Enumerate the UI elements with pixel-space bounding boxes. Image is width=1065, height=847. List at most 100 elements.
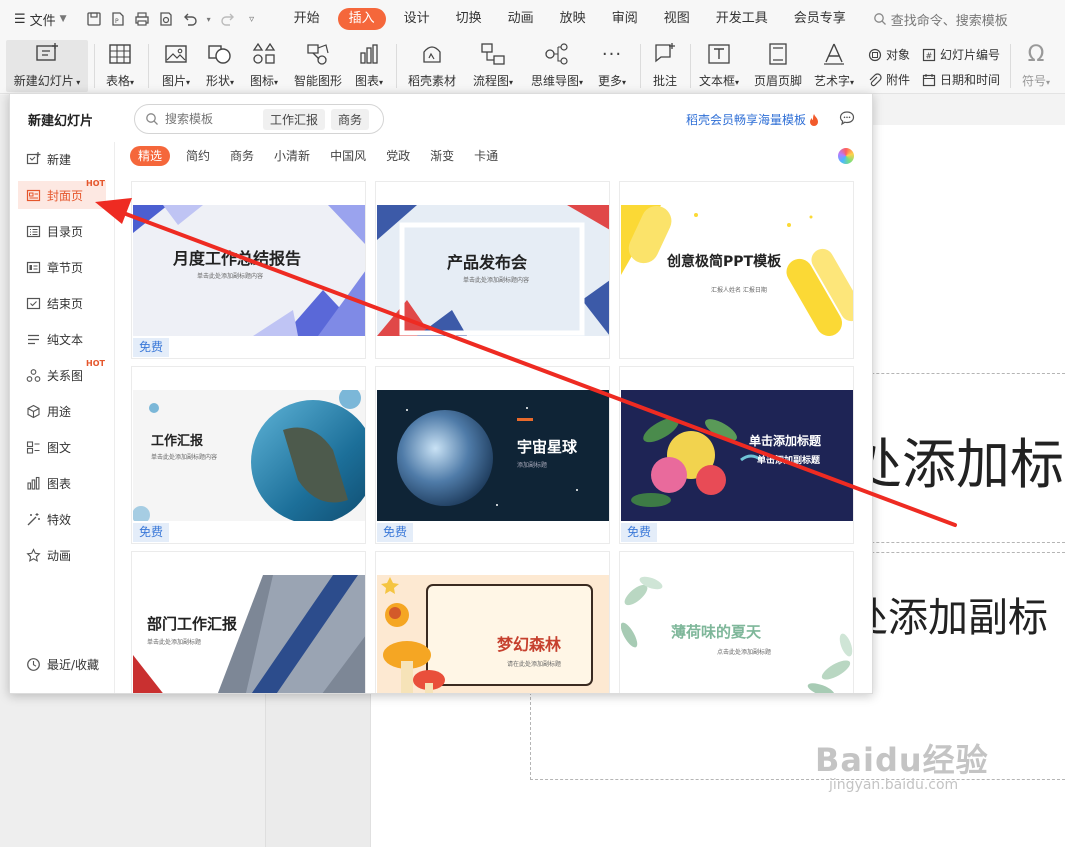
template-thumbnail: 梦幻森林 请在此处添加副标题: [377, 575, 609, 693]
tab-transitions[interactable]: 切换: [443, 8, 495, 30]
template-subtitle: 单击此处添加副标题内容: [151, 454, 218, 461]
template-card[interactable]: 产品发布会 单击此处添加副标题内容: [375, 181, 610, 359]
undo-icon[interactable]: [181, 10, 199, 28]
sidebar-item-toc[interactable]: 目录页: [18, 217, 106, 245]
sidebar-item-cover[interactable]: 封面页 HOT: [18, 179, 106, 209]
table-button[interactable]: 表格▾: [100, 40, 140, 92]
template-subtitle: 单击添加副标题: [757, 456, 821, 466]
textbox-icon: [708, 44, 730, 64]
tab-developer[interactable]: 开发工具: [703, 8, 781, 30]
sidebar-item-label: 图文: [47, 440, 72, 455]
new-slide-icon: [36, 43, 58, 61]
wordart-label: 艺术字: [813, 74, 850, 88]
sidebar-item-animation[interactable]: 动画: [18, 541, 106, 569]
sidebar-item-ending[interactable]: 结束页: [18, 289, 106, 317]
export-pdf-icon[interactable]: P: [109, 10, 127, 28]
object-button[interactable]: 对象: [868, 46, 910, 63]
more-button[interactable]: ··· 更多▾: [592, 40, 632, 92]
symbol-button[interactable]: Ω 符号▾: [1016, 40, 1056, 92]
sidebar-item-new[interactable]: 新建: [18, 145, 106, 173]
template-thumbnail: 单击添加标题 单击添加副标题: [621, 390, 853, 521]
template-card[interactable]: 月度工作总结报告 单击此处添加副标题内容 免费: [131, 181, 366, 359]
picture-icon: [165, 45, 187, 63]
shape-button[interactable]: 形状▾: [200, 40, 240, 92]
filter-chinese-style[interactable]: 中国风: [320, 146, 376, 166]
dropdown-arrow-icon: ▾: [1046, 78, 1051, 87]
sidebar-item-label: 纯文本: [47, 332, 84, 347]
template-card[interactable]: 工作汇报 单击此处添加副标题内容 免费: [131, 366, 366, 544]
mindmap-label: 思维导图: [530, 74, 579, 88]
sidebar-item-recent-favorites[interactable]: 最近/收藏: [18, 650, 106, 678]
picture-button[interactable]: 图片▾: [154, 40, 198, 92]
sidebar-item-effects[interactable]: 特效: [18, 505, 106, 533]
tab-member[interactable]: 会员专享: [781, 8, 859, 30]
sidebar-item-label: 新建: [47, 152, 72, 167]
template-thumbnail: 创意极简PPT模板 汇报人姓名 汇报日期: [621, 205, 853, 336]
color-filter-icon[interactable]: [838, 148, 854, 164]
tab-design[interactable]: 设计: [391, 8, 443, 30]
tab-home[interactable]: 开始: [281, 8, 333, 30]
attachment-button[interactable]: 附件: [868, 71, 910, 88]
filter-gradient[interactable]: 渐变: [420, 146, 464, 166]
icon-button[interactable]: 图标▾: [244, 40, 284, 92]
new-slide-button[interactable]: 新建幻灯片 ▾: [6, 40, 88, 92]
filter-cartoon[interactable]: 卡通: [464, 146, 508, 166]
chart-button[interactable]: 图表▾: [350, 40, 388, 92]
sidebar-item-chart[interactable]: 图表: [18, 469, 106, 497]
material-button[interactable]: 稻壳素材: [402, 40, 462, 92]
panel-sidebar: 新建 封面页 HOT 目录页 章节页 结束页 纯文本 关系图 HOT 用途 图文…: [10, 142, 115, 693]
save-icon[interactable]: [85, 10, 103, 28]
undo-dropdown-icon[interactable]: ▾: [205, 10, 213, 28]
filter-featured[interactable]: 精选: [130, 146, 171, 166]
smartart-button[interactable]: 智能图形: [290, 40, 346, 92]
customize-toolbar-icon[interactable]: ▿: [243, 10, 261, 28]
search-chip-work-report[interactable]: 工作汇报: [263, 108, 326, 130]
file-menu[interactable]: ☰ 文件 ▼: [0, 5, 77, 33]
print-preview-icon[interactable]: [157, 10, 175, 28]
sidebar-item-usage[interactable]: 用途: [18, 397, 106, 425]
textbox-button[interactable]: 文本框▾: [694, 40, 744, 92]
template-subtitle: 汇报人姓名 汇报日期: [711, 287, 767, 294]
tab-slideshow[interactable]: 放映: [547, 8, 599, 30]
tab-view[interactable]: 视图: [651, 8, 703, 30]
sidebar-item-relationship[interactable]: 关系图 HOT: [18, 359, 106, 389]
template-card[interactable]: 薄荷味的夏天 点击此处添加副标题: [619, 551, 854, 693]
flowchart-button[interactable]: 流程图▾: [466, 40, 520, 92]
sidebar-item-plain-text[interactable]: 纯文本: [18, 325, 106, 353]
template-thumbnail: 宇宙星球 添加副标题: [377, 390, 609, 521]
wordart-button[interactable]: 艺术字▾: [808, 40, 860, 92]
slide-number-button[interactable]: # 幻灯片编号: [922, 46, 1000, 63]
datetime-label: 日期和时间: [940, 73, 1001, 87]
search-chip-business[interactable]: 商务: [331, 108, 370, 130]
template-search-input[interactable]: [165, 112, 257, 126]
command-search[interactable]: 查找命令、搜索模板: [873, 10, 1008, 29]
template-card[interactable]: 单击添加标题 单击添加副标题 免费: [619, 366, 854, 544]
tab-insert[interactable]: 插入: [337, 8, 386, 30]
template-card[interactable]: 创意极简PPT模板 汇报人姓名 汇报日期: [619, 181, 854, 359]
template-title: 部门工作汇报: [147, 615, 238, 633]
redo-icon[interactable]: [219, 10, 237, 28]
datetime-button[interactable]: 日期和时间: [922, 71, 1000, 88]
comment-button[interactable]: 批注: [646, 40, 684, 92]
comment-icon: [655, 43, 675, 63]
fire-icon: [810, 113, 819, 126]
tab-animations[interactable]: 动画: [495, 8, 547, 30]
feedback-button[interactable]: [839, 110, 855, 129]
mindmap-button[interactable]: 思维导图▾: [526, 40, 588, 92]
sidebar-item-section[interactable]: 章节页: [18, 253, 106, 281]
picture-label: 图片: [161, 74, 186, 88]
sidebar-item-image-text[interactable]: 图文: [18, 433, 106, 461]
template-card[interactable]: 部门工作汇报 单击此处添加副标题: [131, 551, 366, 693]
filter-business[interactable]: 商务: [220, 146, 264, 166]
comment-label: 批注: [652, 74, 677, 88]
member-templates-link[interactable]: 稻壳会员畅享海量模板: [686, 111, 820, 128]
tab-review[interactable]: 审阅: [599, 8, 651, 30]
print-icon[interactable]: [133, 10, 151, 28]
filter-party-gov[interactable]: 党政: [376, 146, 420, 166]
template-search[interactable]: 工作汇报 商务: [134, 104, 384, 134]
header-footer-button[interactable]: 页眉页脚: [750, 40, 806, 92]
filter-fresh[interactable]: 小清新: [264, 146, 320, 166]
template-card[interactable]: 梦幻森林 请在此处添加副标题: [375, 551, 610, 693]
template-card[interactable]: 宇宙星球 添加副标题 免费: [375, 366, 610, 544]
filter-simple[interactable]: 简约: [176, 146, 220, 166]
